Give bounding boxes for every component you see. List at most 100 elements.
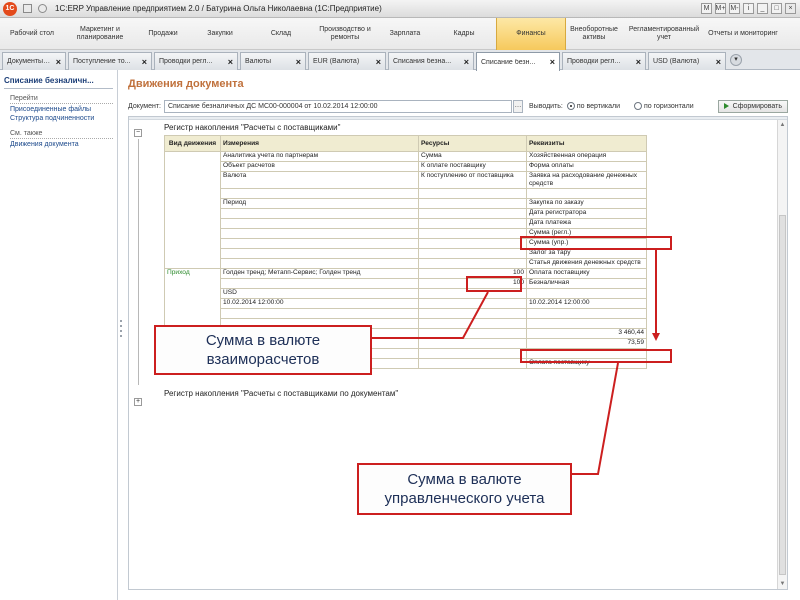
close-icon[interactable]: × [376, 57, 381, 67]
radio-horizontal[interactable] [634, 102, 642, 110]
close-icon[interactable]: × [636, 57, 641, 67]
scroll-down-icon[interactable]: ▼ [779, 581, 786, 588]
requisite-caption: Дата платежа [526, 218, 647, 229]
minimize-button[interactable]: _ [757, 3, 768, 14]
section-2[interactable]: Продажи [136, 18, 190, 50]
close-icon[interactable]: × [142, 57, 147, 67]
resource-value [418, 348, 527, 359]
tab-8[interactable]: USD (Валюта) × [648, 52, 726, 70]
callout2-line1: Сумма в валюте [407, 471, 522, 488]
generate-button[interactable]: Сформировать [717, 99, 788, 113]
dimension-caption [220, 208, 419, 219]
info-icon[interactable]: i [743, 3, 754, 14]
memory-add-icon[interactable]: M+ [715, 3, 726, 14]
callout1-line1: Сумма в валюте [205, 332, 321, 349]
register2-title: Регистр накопления "Расчеты с поставщика… [164, 389, 399, 398]
tabs-more-icon[interactable]: ▾ [730, 54, 742, 66]
resource-caption [418, 218, 527, 229]
save-icon[interactable] [23, 4, 32, 13]
requisite-caption: Форма оплаты [526, 161, 647, 172]
section-3[interactable]: Закупки [190, 18, 250, 50]
tab-0[interactable]: Документы по... × [2, 52, 66, 70]
goto-link-0[interactable]: Присоединенные файлы [10, 106, 113, 113]
maximize-button[interactable]: □ [771, 3, 782, 14]
close-button[interactable]: × [785, 3, 796, 14]
seealso-link-0[interactable]: Движения документа [10, 141, 113, 148]
document-label: Документ: [128, 102, 161, 110]
window-title: 1С:ERP Управление предприятием 2.0 / Бат… [55, 4, 382, 13]
requisite-caption: Статья движения денежных средств [526, 258, 647, 269]
section-0[interactable]: Рабочий стол [0, 18, 64, 50]
vertical-scrollbar[interactable]: ▲ ▼ [777, 120, 787, 589]
section-6[interactable]: Зарплата [378, 18, 432, 50]
tab-label: Списания безна... [393, 58, 452, 65]
section-8[interactable]: Финансы [496, 18, 566, 50]
dimension-value: 10.02.2014 12:00:00 [220, 298, 419, 309]
resource-value [418, 308, 527, 319]
callout1-line2: взаиморасчетов [206, 351, 320, 368]
dimension-value: Голден тренд; Метапп-Сервис; Голден трен… [220, 268, 419, 279]
resource-caption: К оплате поставщику [418, 161, 527, 172]
radio-horizontal-label[interactable]: по горизонтали [644, 103, 694, 110]
tab-label: Проводки регл... [159, 58, 213, 65]
close-icon[interactable]: × [296, 57, 301, 67]
document-field[interactable]: Списание безналичных ДС МС00-000004 от 1… [164, 99, 512, 113]
tab-4[interactable]: EUR (Валюта) × [308, 52, 386, 70]
group-line [138, 139, 139, 385]
requisite-caption: Дата регистратора [526, 208, 647, 219]
resource-caption [418, 188, 527, 199]
play-icon [723, 103, 729, 109]
tab-label: Валюты [245, 58, 271, 65]
dimension-caption: Валюта [220, 171, 419, 189]
section-7[interactable]: Кадры [432, 18, 496, 50]
app-logo-icon[interactable]: 1С [3, 1, 17, 16]
tab-2[interactable]: Проводки регл... × [154, 52, 238, 70]
radio-vertical[interactable] [566, 102, 575, 110]
scroll-thumb[interactable] [779, 215, 786, 575]
close-icon[interactable]: × [464, 57, 469, 67]
dimension-caption: Объект расчетов [220, 161, 419, 172]
resource-caption [418, 198, 527, 209]
tab-label: Проводки регл... [567, 58, 621, 65]
seealso-heading: См. также [10, 130, 113, 139]
section-9[interactable]: Внеоборотные активы [566, 18, 622, 50]
tab-5[interactable]: Списания безна... × [388, 52, 474, 70]
header-resources: Ресурсы [418, 135, 527, 152]
resource-value [418, 318, 527, 329]
radio-vertical-label[interactable]: по вертикали [577, 103, 620, 110]
section-1[interactable]: Маркетинг и планирование [64, 18, 136, 50]
tab-7[interactable]: Проводки регл... × [562, 52, 646, 70]
goto-link-1[interactable]: Структура подчиненности [10, 115, 113, 122]
section-4[interactable]: Склад [250, 18, 312, 50]
select-document-button[interactable]: … [513, 99, 523, 113]
tab-3[interactable]: Валюты × [240, 52, 306, 70]
highlight-mgmt-sum-label [520, 236, 672, 250]
highlight-currency-amount [466, 276, 522, 292]
close-icon[interactable]: × [716, 57, 721, 67]
section-10[interactable]: Регламентированный учет [622, 18, 706, 50]
back-icon[interactable] [38, 4, 47, 13]
tab-1[interactable]: Поступление то... × [68, 52, 152, 70]
requisite-caption: Залог за тару [526, 248, 647, 259]
scroll-up-icon[interactable]: ▲ [779, 122, 786, 129]
requisite-value: Оплата поставщику [526, 268, 647, 279]
requisite-caption [526, 188, 647, 199]
close-icon[interactable]: × [550, 57, 555, 67]
close-icon[interactable]: × [228, 57, 233, 67]
expand-group-icon[interactable]: + [134, 398, 142, 406]
memory-sub-icon[interactable]: M- [729, 3, 740, 14]
memory-icon[interactable]: M [701, 3, 712, 14]
tab-6[interactable]: Списание безн... × [476, 52, 560, 71]
requisite-value: Безналичная [526, 278, 647, 289]
section-5[interactable]: Производство и ремонты [312, 18, 378, 50]
resource-caption [418, 228, 527, 239]
dimension-caption: Аналитика учета по партнерам [220, 151, 419, 162]
requisite-value: 10.02.2014 12:00:00 [526, 298, 647, 309]
callout-management-currency: Сумма в валюте управленческого учета [357, 463, 572, 515]
report-header-strip [129, 117, 787, 120]
collapse-group-icon[interactable]: − [134, 129, 142, 137]
close-icon[interactable]: × [56, 57, 61, 67]
resource-value [418, 338, 527, 349]
section-11[interactable]: Отчеты и мониторинг [706, 18, 780, 50]
panel-document-title[interactable]: Списание безналичн... [4, 76, 113, 89]
